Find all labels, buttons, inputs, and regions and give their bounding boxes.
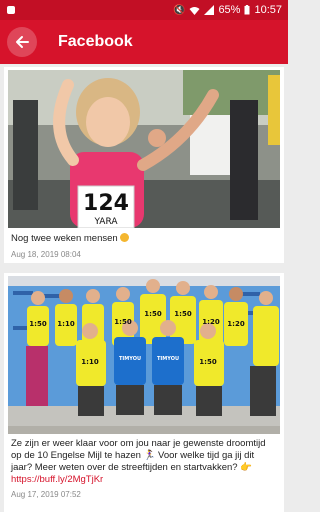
shirt-brand: TIMYOU <box>119 356 141 362</box>
bib-name: YARA <box>93 217 118 227</box>
post-text: Nog twee weken mensen <box>4 233 284 245</box>
battery-icon <box>244 5 250 15</box>
post-text: Ze zijn er weer klaar voor om jou naar j… <box>4 438 284 486</box>
pointing-right-emoji-icon: 👉 <box>240 462 253 473</box>
status-time: 10:57 <box>254 4 282 16</box>
signal-icon <box>204 5 215 15</box>
shirt-label: 1:50 <box>29 320 47 328</box>
shirt-label: 1:50 <box>199 358 217 366</box>
post-date: Aug 17, 2019 07:52 <box>11 490 81 499</box>
facebook-feed[interactable]: 124 YARA Nog twee weken mensen Aug 18, 2… <box>0 64 288 512</box>
wifi-icon <box>189 6 200 15</box>
back-button[interactable] <box>7 27 37 57</box>
app-bar: Facebook <box>0 20 288 64</box>
shirt-brand: TIMYOU <box>157 356 179 362</box>
post-card[interactable]: 124 YARA Nog twee weken mensen Aug 18, 2… <box>4 67 284 263</box>
shirt-label: 1:50 <box>174 310 192 318</box>
shirt-label: 1:50 <box>144 310 162 318</box>
post-date: Aug 18, 2019 08:04 <box>11 250 81 259</box>
bib-number: 124 <box>83 191 129 216</box>
post-link[interactable]: https://buff.ly/2MgTjKr <box>11 474 103 485</box>
arrow-left-icon <box>16 36 29 48</box>
status-bar: 🔇 65% 10:57 <box>0 0 288 20</box>
shirt-label: 1:10 <box>57 320 75 328</box>
post-image[interactable]: 1:50 1:10 1:50 1:50 1:50 1:20 1:20 1:10 … <box>8 276 280 434</box>
mute-icon: 🔇 <box>172 4 186 16</box>
shirt-label: 1:10 <box>81 358 99 366</box>
post-card[interactable]: 1:50 1:10 1:50 1:50 1:50 1:20 1:20 1:10 … <box>4 273 284 512</box>
shirt-label: 1:20 <box>227 320 245 328</box>
app-notification-icon <box>7 6 15 14</box>
smiling-face-emoji-icon <box>120 233 130 242</box>
page-title: Facebook <box>58 33 133 50</box>
battery-percent: 65% <box>218 4 241 16</box>
post-image[interactable]: 124 YARA <box>8 70 280 228</box>
shirt-label: 1:20 <box>202 318 220 326</box>
shirt-label: 1:50 <box>114 318 132 326</box>
post-text-main: Nog twee weken mensen <box>11 233 118 244</box>
runner-emoji-icon: 🏃‍♀️ <box>143 450 156 461</box>
